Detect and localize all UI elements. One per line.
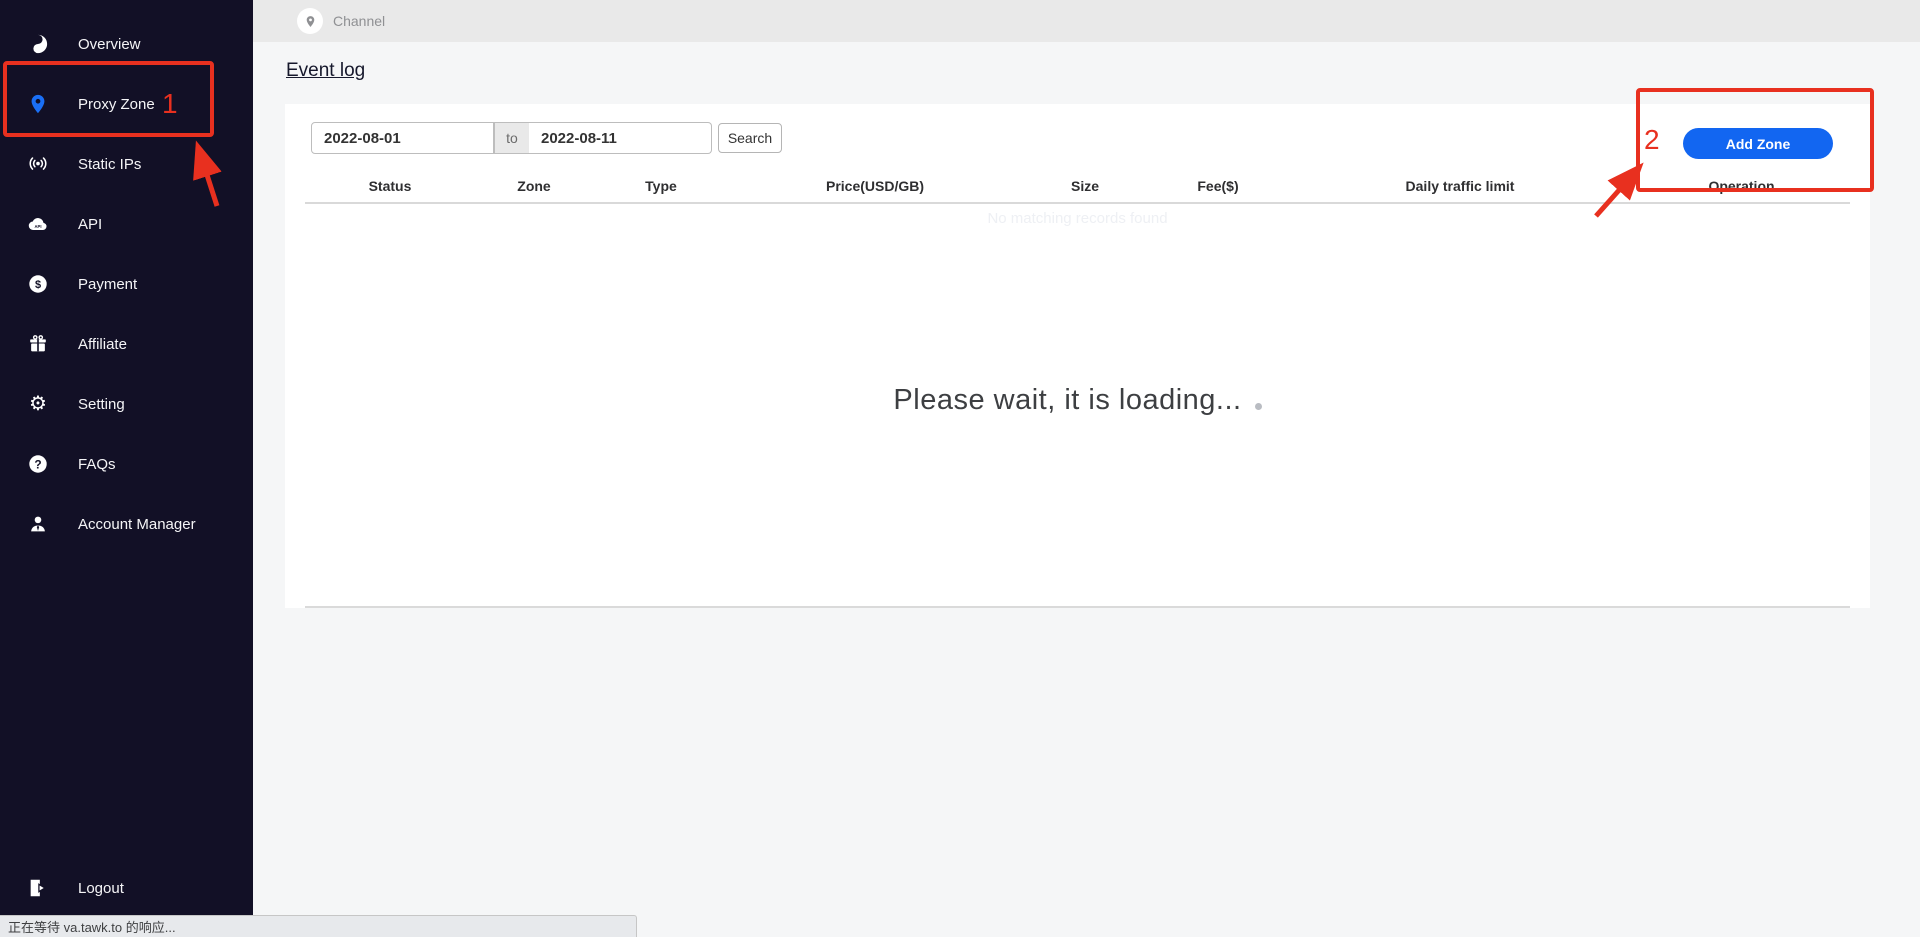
column-header-zone: Zone: [475, 178, 593, 194]
column-header-size: Size: [1021, 178, 1149, 194]
svg-text:$: $: [35, 279, 41, 291]
sidebar-item-overview[interactable]: Overview: [0, 22, 253, 66]
cloud-api-icon: API: [26, 213, 50, 235]
column-header-price: Price(USD/GB): [729, 178, 1021, 194]
sidebar-item-account-manager[interactable]: Account Manager: [0, 502, 253, 546]
sidebar: Overview Proxy Zone Static IPs: [0, 0, 253, 915]
sidebar-item-label: Payment: [78, 276, 137, 293]
gear-icon: ⚙: [26, 394, 50, 414]
sidebar-item-label: Account Manager: [78, 516, 196, 533]
column-header-daily-traffic-limit: Daily traffic limit: [1287, 178, 1633, 194]
sidebar-item-label: Static IPs: [78, 156, 141, 173]
date-from-input[interactable]: [311, 122, 494, 154]
sidebar-item-affiliate[interactable]: Affiliate: [0, 322, 253, 366]
sidebar-item-label: Setting: [78, 396, 125, 413]
sidebar-item-api[interactable]: API API: [0, 202, 253, 246]
sidebar-item-label: Affiliate: [78, 336, 127, 353]
sidebar-item-faqs[interactable]: ? FAQs: [0, 442, 253, 486]
event-log-link[interactable]: Event log: [286, 60, 365, 82]
gift-icon: [26, 333, 50, 355]
column-header-status: Status: [305, 178, 475, 194]
sidebar-item-static-ips[interactable]: Static IPs: [0, 142, 253, 186]
loading-indicator: Please wait, it is loading...: [285, 384, 1870, 417]
sidebar-item-payment[interactable]: $ Payment: [0, 262, 253, 306]
table-header-row: Status Zone Type Price(USD/GB) Size Fee(…: [305, 170, 1850, 204]
svg-text:API: API: [34, 224, 41, 229]
date-to-input[interactable]: [529, 122, 712, 154]
sidebar-item-label: Logout: [78, 880, 124, 897]
topbar: Channel: [253, 0, 1920, 42]
person-icon: [26, 513, 50, 535]
svg-text:?: ?: [34, 457, 41, 471]
search-button[interactable]: Search: [718, 123, 782, 153]
browser-status-bar: 正在等待 va.tawk.to 的响应...: [0, 915, 637, 937]
sidebar-item-proxy-zone[interactable]: Proxy Zone: [0, 82, 253, 126]
sidebar-item-label: Proxy Zone: [78, 96, 155, 113]
loading-dot: [1255, 403, 1262, 410]
breadcrumb: Channel: [333, 13, 385, 29]
channel-pin-icon: [297, 8, 323, 34]
broadcast-icon: [26, 153, 50, 175]
loading-text: Please wait, it is loading...: [893, 384, 1241, 417]
date-range-to-label: to: [494, 122, 529, 154]
sidebar-item-setting[interactable]: ⚙ Setting: [0, 382, 253, 426]
column-header-type: Type: [593, 178, 729, 194]
sidebar-item-label: Overview: [78, 36, 141, 53]
proxy-zone-card: to Search Add Zone Status Zone Type Pric…: [285, 104, 1870, 608]
dollar-icon: $: [26, 273, 50, 295]
add-zone-button[interactable]: Add Zone: [1683, 128, 1833, 159]
card-bottom-divider: [305, 606, 1850, 608]
sidebar-item-logout[interactable]: Logout: [0, 866, 253, 910]
app-window: Overview Proxy Zone Static IPs: [0, 0, 1920, 937]
column-header-fee: Fee($): [1149, 178, 1287, 194]
column-header-operation: Operation: [1633, 178, 1850, 194]
logout-icon: [26, 877, 50, 899]
question-icon: ?: [26, 453, 50, 475]
date-filter-row: to Search: [311, 122, 782, 154]
overview-logo-icon: [26, 33, 50, 55]
empty-table-message: No matching records found: [285, 210, 1870, 227]
status-text: 正在等待 va.tawk.to 的响应...: [8, 917, 176, 936]
sidebar-item-label: API: [78, 216, 102, 233]
sidebar-item-label: FAQs: [78, 456, 116, 473]
location-pin-icon: [26, 93, 50, 115]
